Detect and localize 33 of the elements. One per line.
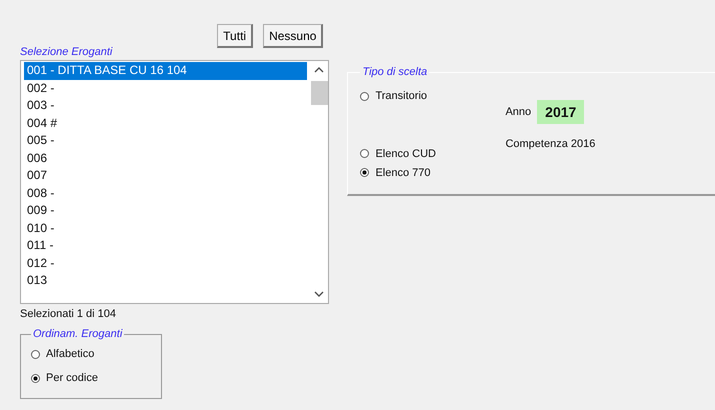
list-item[interactable]: 001 - DITTA BASE CU 16 104 bbox=[24, 62, 308, 80]
radio-option[interactable]: Elenco 770 bbox=[360, 163, 506, 182]
radio-option[interactable]: Alfabetico bbox=[31, 342, 151, 366]
select-button[interactable]: Nessuno bbox=[263, 24, 324, 48]
radio-icon[interactable] bbox=[360, 149, 370, 158]
select-button[interactable]: Tutti bbox=[217, 24, 254, 48]
radio-icon[interactable] bbox=[360, 168, 370, 177]
list-item[interactable]: 010 - bbox=[24, 220, 308, 237]
radio-option[interactable]: Elenco CUD bbox=[360, 144, 506, 163]
list-item[interactable]: 007 bbox=[24, 167, 308, 184]
radio-option[interactable]: Transitorio bbox=[360, 84, 506, 108]
list-label: Selezione Eroganti bbox=[20, 46, 112, 58]
list-item[interactable]: 012 - bbox=[24, 254, 308, 272]
radio-icon[interactable] bbox=[31, 374, 40, 382]
radio-icon[interactable] bbox=[31, 350, 40, 358]
competence-label: Competenza 2016 bbox=[505, 138, 596, 150]
list-item[interactable]: 002 - bbox=[24, 80, 308, 97]
list-item[interactable]: 008 - bbox=[24, 184, 308, 202]
list-item[interactable]: 006 bbox=[24, 150, 308, 167]
group-title: Ordinam. Eroganti bbox=[32, 328, 124, 340]
radio-option[interactable]: Per codice bbox=[31, 366, 151, 390]
scroll-thumb[interactable] bbox=[310, 81, 328, 105]
list-item[interactable]: 003 - bbox=[24, 97, 308, 114]
year-field[interactable]: 2017 bbox=[537, 100, 584, 124]
year-label: Anno bbox=[505, 106, 532, 118]
selection-count: Selezionati 1 di 104 bbox=[20, 308, 118, 320]
group-title: Tipo di scelta bbox=[361, 66, 428, 78]
list-item[interactable]: 011 - bbox=[24, 237, 308, 254]
radio-icon[interactable] bbox=[360, 92, 370, 100]
list-item[interactable]: 005 - bbox=[24, 132, 308, 150]
list-item[interactable]: 004 # bbox=[24, 114, 308, 132]
list-item[interactable]: 013 bbox=[24, 272, 308, 290]
list-item[interactable]: 009 - bbox=[24, 202, 308, 220]
